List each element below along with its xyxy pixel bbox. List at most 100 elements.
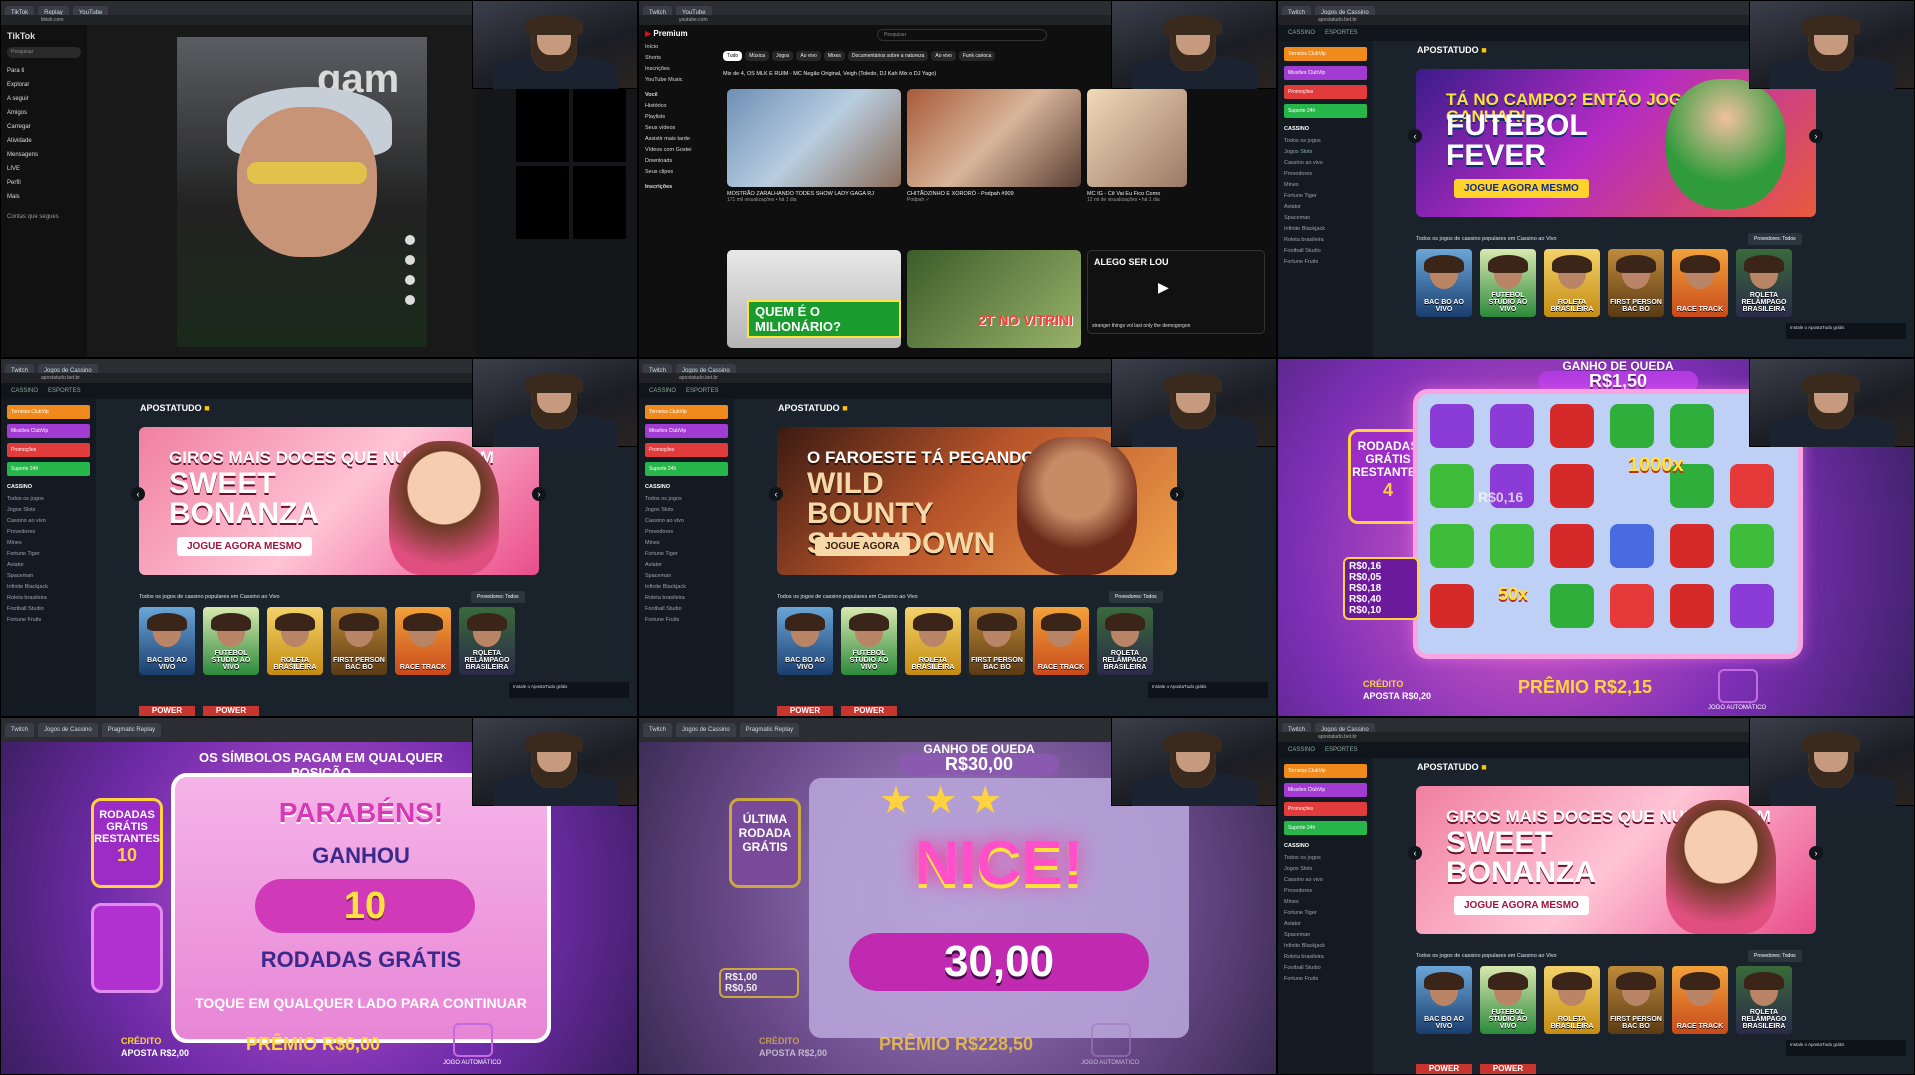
nav-item[interactable]: Seus vídeos	[645, 123, 711, 134]
menu-item[interactable]: Football Studio	[1284, 246, 1367, 257]
menu-item[interactable]: Fortune Fruits	[645, 615, 728, 626]
search-input[interactable]: Pesquisar	[877, 29, 1047, 41]
sidebar-section[interactable]: CASSINO	[645, 484, 728, 490]
install-popup[interactable]: Instale o ApostaTudo grátis	[1786, 1040, 1906, 1056]
video-thumbnail[interactable]	[1087, 89, 1187, 187]
promo-pill[interactable]: Promoções	[1284, 85, 1367, 99]
menu-item[interactable]: Todos os jogos	[645, 494, 728, 505]
game-card[interactable]: BAC BO AO VIVO	[777, 607, 833, 675]
menu-item[interactable]: Fortune Tiger	[1284, 908, 1367, 919]
install-popup[interactable]: Instale o ApostaTudo grátis	[1786, 323, 1906, 339]
tab-esportes[interactable]: ESPORTES	[686, 388, 719, 394]
nav-item[interactable]: Carregar	[7, 120, 81, 134]
menu-item[interactable]: Mines	[7, 538, 90, 549]
nav-item[interactable]: Para ti	[7, 64, 81, 78]
menu-item[interactable]: Provedores	[7, 527, 90, 538]
miniplayer[interactable]: ALEGO SER LOU ▶ stranger things vol last…	[1087, 250, 1265, 334]
game-card[interactable]: BAC BO AO VIVO	[1416, 966, 1472, 1034]
nav-item[interactable]: Histórico	[645, 101, 711, 112]
tab-esportes[interactable]: ESPORTES	[1325, 30, 1358, 36]
promo-pill[interactable]: Suporte 24h	[7, 462, 90, 476]
game-card[interactable]: ROLETA RELÂMPAGO BRASILEIRA	[1097, 607, 1153, 675]
tiktok-logo[interactable]: TikTok	[7, 31, 81, 41]
chip[interactable]: Funk carioca	[958, 51, 996, 61]
nav-item[interactable]: Inscrições	[645, 64, 711, 75]
menu-item[interactable]: Jogos Slots	[1284, 147, 1367, 158]
nav-item[interactable]: Vídeos com Gostei	[645, 145, 711, 156]
promo-pill[interactable]: Suporte 24h	[645, 462, 728, 476]
play-icon[interactable]: ▶	[1158, 279, 1169, 296]
menu-item[interactable]: Football Studio	[7, 604, 90, 615]
menu-item[interactable]: Provedores	[1284, 886, 1367, 897]
banner-cta-button[interactable]: JOGUE AGORA	[815, 537, 910, 556]
menu-item[interactable]: Mines	[645, 538, 728, 549]
menu-item[interactable]: Cassino ao vivo	[645, 516, 728, 527]
brand-logo[interactable]: APOSTATUDO ■	[778, 403, 848, 413]
game-card[interactable]: RACE TRACK	[1672, 249, 1728, 317]
game-card[interactable]: FUTEBOL STUDIO AO VIVO	[1480, 249, 1536, 317]
menu-item[interactable]: Infinite Blackjack	[1284, 224, 1367, 235]
comment-icon[interactable]	[405, 255, 415, 265]
browser-tab[interactable]: Jogos de Cassino	[676, 723, 736, 737]
browser-tab[interactable]: Pragmatic Replay	[101, 723, 162, 737]
nav-item[interactable]: Assistir mais tarde	[645, 134, 711, 145]
tiktok-video-area[interactable]: gam	[87, 25, 475, 357]
nav-item[interactable]: Mais	[7, 190, 81, 204]
menu-item[interactable]: Jogos Slots	[7, 505, 90, 516]
providers-filter[interactable]: Provedores: Todos	[1748, 233, 1802, 245]
banner-cta-button[interactable]: JOGUE AGORA MESMO	[1454, 896, 1589, 915]
autoplay-label[interactable]: JOGO AUTOMÁTICO	[443, 1060, 501, 1066]
menu-item[interactable]: Spaceman	[645, 571, 728, 582]
video-frame[interactable]: gam	[177, 37, 427, 347]
chip[interactable]: Mixes	[823, 51, 845, 61]
brand-logo[interactable]: APOSTATUDO ■	[140, 403, 210, 413]
game-card[interactable]: FUTEBOL STUDIO AO VIVO	[203, 607, 259, 675]
carousel-prev-icon[interactable]: ‹	[769, 487, 783, 501]
nav-item[interactable]: Início	[645, 42, 711, 53]
menu-item[interactable]: Spaceman	[1284, 930, 1367, 941]
continue-hint[interactable]: TOQUE EM QUALQUER LADO PARA CONTINUAR	[175, 995, 547, 1011]
tab-cassino[interactable]: CASSINO	[1288, 30, 1315, 36]
menu-item[interactable]: Jogos Slots	[645, 505, 728, 516]
promo-pill[interactable]: Torneios ClubVip	[7, 405, 90, 419]
video-thumbnail[interactable]: 2T NO VITRINI	[907, 250, 1081, 348]
nav-item[interactable]: Mensagens	[7, 148, 81, 162]
menu-item[interactable]: Cassino ao vivo	[1284, 875, 1367, 886]
chip[interactable]: Ao vivo	[931, 51, 956, 61]
sidebar-section[interactable]: CASSINO	[1284, 843, 1367, 849]
sidebar-section[interactable]: CASSINO	[1284, 126, 1367, 132]
game-card[interactable]: ROLETA BRASILEIRA	[267, 607, 323, 675]
game-card[interactable]: FIRST PERSON BAC BO	[1608, 249, 1664, 317]
chip[interactable]: Ao vivo	[796, 51, 821, 61]
menu-item[interactable]: Todos os jogos	[1284, 136, 1367, 147]
game-card[interactable]: FUTEBOL STUDIO AO VIVO	[1480, 966, 1536, 1034]
install-popup[interactable]: Instale o ApostaTudo grátis	[1148, 682, 1268, 698]
install-popup[interactable]: Instale o ApostaTudo grátis	[509, 682, 629, 698]
menu-item[interactable]: Provedores	[645, 527, 728, 538]
browser-tab[interactable]: Jogos de Cassino	[38, 723, 98, 737]
menu-item[interactable]: Fortune Fruits	[7, 615, 90, 626]
promo-pill[interactable]: Torneios ClubVip	[1284, 47, 1367, 61]
chip[interactable]: Documentários sobre a natureza	[847, 51, 929, 61]
promo-pill[interactable]: Suporte 24h	[1284, 821, 1367, 835]
menu-item[interactable]: Aviator	[1284, 919, 1367, 930]
menu-item[interactable]: Todos os jogos	[1284, 853, 1367, 864]
game-card[interactable]: FIRST PERSON BAC BO	[331, 607, 387, 675]
menu-item[interactable]: Roleta brasileira	[645, 593, 728, 604]
game-card[interactable]: FIRST PERSON BAC BO	[969, 607, 1025, 675]
menu-item[interactable]: Provedores	[1284, 169, 1367, 180]
menu-item[interactable]: Todos os jogos	[7, 494, 90, 505]
menu-item[interactable]: Football Studio	[1284, 963, 1367, 974]
carousel-next-icon[interactable]: ›	[532, 487, 546, 501]
menu-item[interactable]: Mines	[1284, 897, 1367, 908]
nav-item[interactable]: Perfil	[7, 176, 81, 190]
menu-item[interactable]: Fortune Fruits	[1284, 257, 1367, 268]
menu-item[interactable]: Spaceman	[7, 571, 90, 582]
menu-item[interactable]: Cassino ao vivo	[1284, 158, 1367, 169]
tab-esportes[interactable]: ESPORTES	[1325, 747, 1358, 753]
promo-banner[interactable]: O FAROESTE TÁ PEGANDO FOGO! WILD BOUNTY …	[777, 427, 1177, 575]
providers-filter[interactable]: Provedores: Todos	[1748, 950, 1802, 962]
nav-item[interactable]: Você	[645, 90, 711, 101]
nav-item[interactable]: A seguir	[7, 92, 81, 106]
menu-item[interactable]: Fortune Fruits	[1284, 974, 1367, 985]
